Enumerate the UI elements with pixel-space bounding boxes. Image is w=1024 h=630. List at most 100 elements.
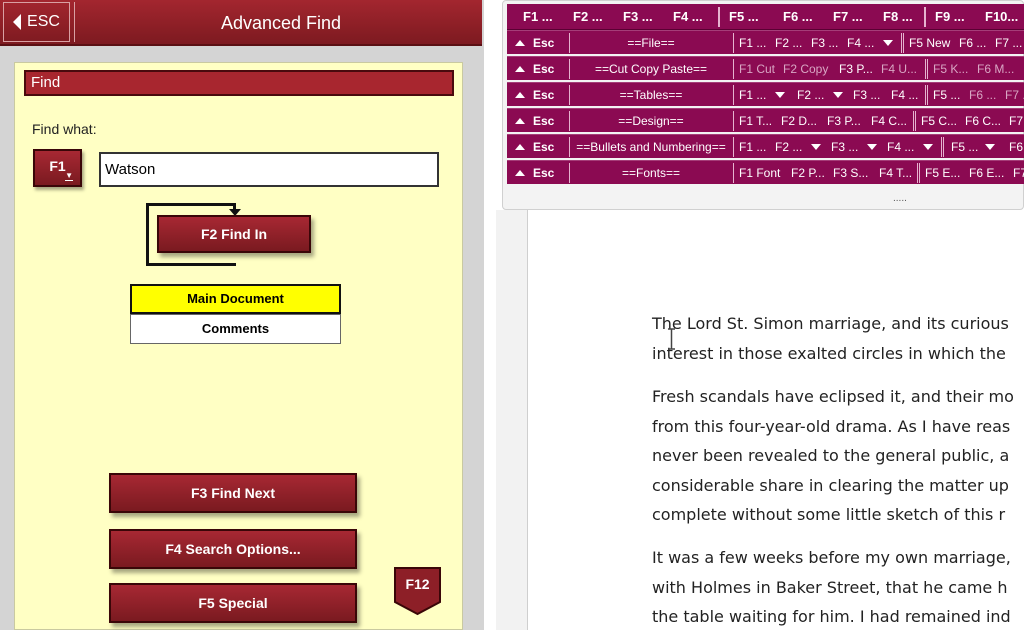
design-item-f1[interactable]: F1 T...	[739, 109, 772, 133]
group-label-cut-copy-paste: ==Cut Copy Paste==	[594, 62, 708, 76]
dropdown-arrow-icon[interactable]	[923, 135, 933, 159]
row-esc-button[interactable]: Esc	[515, 109, 554, 133]
collapse-up-icon	[515, 170, 525, 176]
design-item-f7[interactable]: F7	[1009, 109, 1023, 133]
ribbon-resize-grip[interactable]: .....	[893, 193, 907, 204]
file-item-f3[interactable]: F3 ...	[811, 31, 838, 55]
collapse-up-icon	[515, 66, 525, 72]
row-esc-button[interactable]: Esc	[515, 135, 554, 159]
row-divider	[913, 111, 916, 131]
bullets-item-f4[interactable]: F4 ...	[887, 135, 914, 159]
esc-label: ESC	[27, 13, 60, 30]
dropdown-arrow-icon[interactable]	[811, 135, 821, 159]
row-divider	[733, 111, 734, 131]
title-divider	[74, 2, 76, 42]
fonts-item-f7[interactable]: F7	[1013, 161, 1024, 185]
find-in-button[interactable]: F2 Find In	[157, 215, 311, 253]
file-item-f4[interactable]: F4 ...	[847, 31, 874, 55]
ribbon-row-bullets-numbering: Esc ==Bullets and Numbering== F1 ... F2 …	[507, 134, 1024, 158]
fonts-item-f2[interactable]: F2 P...	[791, 161, 825, 185]
row-divider	[733, 163, 734, 183]
fkey-header-f1[interactable]: F1 ...	[523, 4, 553, 30]
row-divider	[941, 137, 944, 157]
dropdown-arrow-icon[interactable]	[867, 135, 877, 159]
bullets-item-f6[interactable]: F6	[1009, 135, 1023, 159]
ccp-item-f2[interactable]: F2 Copy	[783, 57, 828, 81]
row-divider	[925, 85, 928, 105]
fkey-header-f3[interactable]: F3 ...	[623, 4, 653, 30]
dropdown-arrow-icon[interactable]	[985, 135, 995, 159]
esc-button[interactable]: ESC	[3, 2, 70, 42]
row-esc-button[interactable]: Esc	[515, 161, 554, 185]
file-item-f2[interactable]: F2 ...	[775, 31, 802, 55]
tables-item-f4[interactable]: F4 ...	[891, 83, 918, 107]
row-divider	[569, 163, 570, 183]
search-options-button[interactable]: F4 Search Options...	[109, 529, 357, 569]
row-esc-button[interactable]: Esc	[515, 57, 554, 81]
f1-history-button[interactable]: F1 ▼	[33, 149, 82, 187]
fkey-header-f4[interactable]: F4 ...	[673, 4, 703, 30]
tables-item-f5[interactable]: F5 ...	[933, 83, 960, 107]
ccp-item-f4[interactable]: F4 U...	[881, 57, 917, 81]
row-divider	[569, 33, 570, 53]
f12-button[interactable]: F12	[393, 566, 442, 616]
bullets-item-f3[interactable]: F3 ...	[831, 135, 858, 159]
fonts-item-f1[interactable]: F1 Font	[739, 161, 780, 185]
group-label-bullets-numbering: ==Bullets and Numbering==	[576, 140, 726, 154]
document-page[interactable]: The Lord St. Simon marriage, and its cur…	[529, 210, 1024, 630]
find-next-button[interactable]: F3 Find Next	[109, 473, 357, 513]
ribbon-row-cut-copy-paste: Esc ==Cut Copy Paste== F1 Cut F2 Copy F3…	[507, 56, 1024, 80]
scope-option-main-document[interactable]: Main Document	[130, 284, 341, 314]
design-item-f5[interactable]: F5 C...	[921, 109, 957, 133]
file-item-f1[interactable]: F1 ...	[739, 31, 766, 55]
ribbon-row-design: Esc ==Design== F1 T... F2 D... F3 P... F…	[507, 108, 1024, 132]
fkey-header-f7[interactable]: F7 ...	[833, 4, 863, 30]
fkey-header-f8[interactable]: F8 ...	[883, 4, 913, 30]
tables-item-f7[interactable]: F7 ...	[1005, 83, 1024, 107]
row-divider	[569, 137, 570, 157]
bullets-item-f2[interactable]: F2 ...	[775, 135, 802, 159]
tables-item-f6[interactable]: F6 ...	[969, 83, 996, 107]
find-what-input[interactable]	[99, 152, 439, 187]
tables-item-f1[interactable]: F1 ...	[739, 83, 766, 107]
document-margin	[496, 210, 528, 630]
special-button[interactable]: F5 Special	[109, 583, 357, 623]
fkey-header-f10[interactable]: F10...	[985, 4, 1018, 30]
ccp-item-f1[interactable]: F1 Cut	[739, 57, 775, 81]
design-item-f4[interactable]: F4 C...	[871, 109, 907, 133]
tables-item-f3[interactable]: F3 ...	[853, 83, 880, 107]
fkey-header-f2[interactable]: F2 ...	[573, 4, 603, 30]
collapse-up-icon	[515, 118, 525, 124]
ccp-item-f6[interactable]: F6 M...	[977, 57, 1014, 81]
row-divider	[901, 33, 904, 53]
file-item-f5[interactable]: F5 New	[909, 31, 950, 55]
fonts-item-f4[interactable]: F4 T...	[879, 161, 912, 185]
dropdown-arrow-icon[interactable]	[883, 31, 893, 55]
fonts-item-f5[interactable]: F5 E...	[925, 161, 960, 185]
fkey-divider	[924, 7, 926, 27]
text-line: It was a few weeks before my own marriag…	[652, 548, 1011, 567]
design-item-f3[interactable]: F3 P...	[827, 109, 861, 133]
bullets-item-f1[interactable]: F1 ...	[739, 135, 766, 159]
fkey-header-f5[interactable]: F5 ...	[729, 4, 759, 30]
bullets-item-f5[interactable]: F5 ...	[951, 135, 978, 159]
dropdown-arrow-icon[interactable]	[833, 83, 843, 107]
fonts-item-f6[interactable]: F6 E...	[969, 161, 1004, 185]
design-item-f6[interactable]: F6 C...	[965, 109, 1001, 133]
tables-item-f2[interactable]: F2 ...	[797, 83, 824, 107]
text-line: the table waiting for him. I had remaine…	[652, 607, 1011, 626]
dropdown-arrow-icon[interactable]	[775, 83, 785, 107]
fkey-header-f6[interactable]: F6 ...	[783, 4, 813, 30]
row-esc-button[interactable]: Esc	[515, 31, 554, 55]
file-item-f7[interactable]: F7 ...	[995, 31, 1022, 55]
fkey-header-f9[interactable]: F9 ...	[935, 4, 965, 30]
fkey-header-row: F1 ... F2 ... F3 ... F4 ... F5 ... F6 ..…	[507, 4, 1024, 30]
fonts-item-f3[interactable]: F3 S...	[833, 161, 868, 185]
scope-option-comments[interactable]: Comments	[130, 314, 341, 344]
ccp-item-f3[interactable]: F3 P...	[839, 57, 873, 81]
text-line: with Holmes in Baker Street, that he cam…	[652, 577, 1008, 597]
design-item-f2[interactable]: F2 D...	[781, 109, 817, 133]
row-esc-button[interactable]: Esc	[515, 83, 554, 107]
ccp-item-f5[interactable]: F5 K...	[933, 57, 968, 81]
file-item-f6[interactable]: F6 ...	[959, 31, 986, 55]
